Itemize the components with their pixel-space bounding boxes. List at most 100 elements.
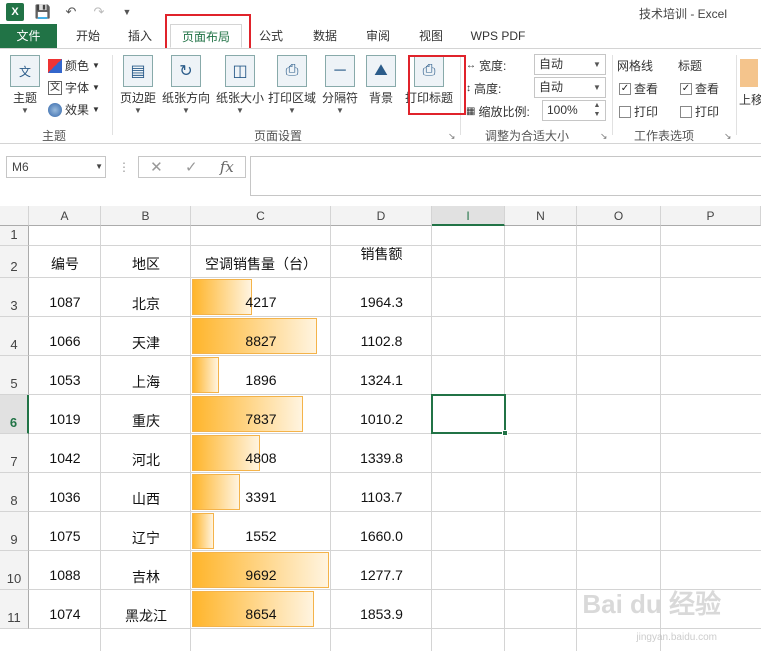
width-select[interactable]: 自动 ▼ [534, 54, 606, 75]
cancel-icon[interactable]: ✕ [150, 158, 163, 176]
height-select[interactable]: 自动 ▼ [534, 77, 606, 98]
row-header[interactable]: 8 [0, 473, 29, 512]
cell-region[interactable]: 上海 [101, 372, 191, 392]
column-header-a[interactable]: A [29, 206, 101, 226]
row-header[interactable]: 7 [0, 434, 29, 473]
dialog-launcher-icon[interactable]: ↘ [724, 131, 732, 142]
effects-button[interactable]: 效果 ▼ [48, 101, 100, 118]
cell-units[interactable]: 7837 [191, 411, 331, 427]
cell-region[interactable]: 天津 [101, 333, 191, 353]
cell-id[interactable]: 1075 [29, 528, 101, 544]
background-button[interactable]: ⛰ 背景 [364, 55, 398, 106]
cell-id[interactable]: 1066 [29, 333, 101, 349]
cell-revenue[interactable]: 1102.8 [331, 333, 432, 349]
cell-region[interactable]: 北京 [101, 294, 191, 314]
cell-id[interactable]: 1088 [29, 567, 101, 583]
tab-home[interactable]: 开始 [64, 24, 112, 48]
fill-handle[interactable] [502, 430, 508, 436]
dialog-launcher-icon[interactable]: ↘ [600, 131, 608, 142]
scale-spinner[interactable]: 100% ▲ ▼ [542, 100, 606, 121]
tab-view[interactable]: 视图 [408, 24, 454, 48]
tab-insert[interactable]: 插入 [116, 24, 164, 48]
row-header[interactable]: 2 [0, 246, 29, 278]
cell-revenue[interactable]: 1660.0 [331, 528, 432, 544]
cell-revenue[interactable]: 1103.7 [331, 489, 432, 505]
tab-file[interactable]: 文件 [0, 24, 57, 48]
size-button[interactable]: ◫ 纸张大小 ▼ [214, 55, 266, 115]
cell-revenue[interactable]: 1277.7 [331, 567, 432, 583]
cell-units[interactable]: 9692 [191, 567, 331, 583]
column-header-c[interactable]: C [191, 206, 331, 226]
breaks-button[interactable]: ─ 分隔符 ▼ [320, 55, 360, 115]
tab-wps-pdf[interactable]: WPS PDF [462, 24, 534, 48]
tab-review[interactable]: 审阅 [355, 24, 401, 48]
tab-data[interactable]: 数据 [302, 24, 348, 48]
bring-forward-icon[interactable] [740, 59, 758, 87]
chevron-down-icon: ▼ [236, 106, 244, 115]
cell-id[interactable]: 1036 [29, 489, 101, 505]
cell-id[interactable]: 1087 [29, 294, 101, 310]
row-header[interactable]: 1 [0, 226, 29, 246]
cell-revenue[interactable]: 1339.8 [331, 450, 432, 466]
customize-qat-icon[interactable]: ▼ [118, 3, 136, 21]
column-header-o[interactable]: O [577, 206, 661, 226]
select-all-corner[interactable] [0, 206, 29, 226]
name-box[interactable]: M6 ▼ [6, 156, 106, 178]
cell-units[interactable]: 4217 [191, 294, 331, 310]
cell-region[interactable]: 河北 [101, 450, 191, 470]
dialog-launcher-icon[interactable]: ↘ [448, 131, 456, 142]
cell-revenue[interactable]: 1853.9 [331, 606, 432, 622]
cell-units[interactable]: 8654 [191, 606, 331, 622]
gridlines-print-checkbox[interactable]: 打印 [619, 103, 658, 120]
orientation-button[interactable]: ↻ 纸张方向 ▼ [160, 55, 212, 115]
column-header-i[interactable]: I [432, 206, 505, 226]
cell-id[interactable]: 1019 [29, 411, 101, 427]
formula-input[interactable] [250, 156, 761, 196]
cell-units[interactable]: 8827 [191, 333, 331, 349]
print-area-button[interactable]: ⎙ 打印区域 ▼ [266, 55, 318, 115]
column-header-n[interactable]: N [505, 206, 577, 226]
column-header-d[interactable]: D [331, 206, 432, 226]
row-header[interactable]: 5 [0, 356, 29, 395]
gridline [29, 628, 761, 629]
spinner-icon[interactable]: ▲ ▼ [589, 101, 605, 120]
cell-revenue[interactable]: 1964.3 [331, 294, 432, 310]
row-header[interactable]: 9 [0, 512, 29, 551]
cell-revenue[interactable]: 1010.2 [331, 411, 432, 427]
cell-id[interactable]: 1053 [29, 372, 101, 388]
cell-region[interactable]: 山西 [101, 489, 191, 509]
cell-units[interactable]: 4808 [191, 450, 331, 466]
fonts-button[interactable]: 文 字体 ▼ [48, 79, 100, 96]
cell-units[interactable]: 3391 [191, 489, 331, 505]
cell-region[interactable]: 黑龙江 [101, 606, 191, 626]
headings-view-checkbox[interactable]: ✓ 查看 [680, 80, 719, 97]
column-header-p[interactable]: P [661, 206, 761, 226]
row-header[interactable]: 6 [0, 395, 29, 434]
cell-id[interactable]: 1042 [29, 450, 101, 466]
row-header[interactable]: 3 [0, 278, 29, 317]
enter-icon[interactable]: ✓ [185, 158, 198, 176]
row-header[interactable]: 11 [0, 590, 29, 629]
row-header[interactable]: 10 [0, 551, 29, 590]
row-header[interactable]: 4 [0, 317, 29, 356]
cell-id[interactable]: 1074 [29, 606, 101, 622]
gridlines-view-checkbox[interactable]: ✓ 查看 [619, 80, 658, 97]
colors-button[interactable]: 颜色 ▼ [48, 57, 100, 74]
tab-formulas[interactable]: 公式 [248, 24, 294, 48]
bring-forward-label[interactable]: 上移 [739, 91, 761, 108]
insert-function-icon[interactable]: fx [220, 158, 234, 176]
undo-icon[interactable]: ↶ [62, 3, 80, 21]
headings-print-checkbox[interactable]: 打印 [680, 103, 719, 120]
cell-region[interactable]: 辽宁 [101, 528, 191, 548]
redo-icon[interactable]: ↷ [90, 3, 108, 21]
column-header-b[interactable]: B [101, 206, 191, 226]
save-icon[interactable]: 💾 [34, 3, 52, 21]
themes-button[interactable]: 文 主题 ▼ [6, 55, 44, 115]
selected-cell[interactable] [431, 394, 508, 436]
cell-units[interactable]: 1896 [191, 372, 331, 388]
cell-region[interactable]: 重庆 [101, 411, 191, 431]
cell-revenue[interactable]: 1324.1 [331, 372, 432, 388]
cell-units[interactable]: 1552 [191, 528, 331, 544]
margins-button[interactable]: ▤ 页边距 ▼ [116, 55, 160, 115]
cell-region[interactable]: 吉林 [101, 567, 191, 587]
